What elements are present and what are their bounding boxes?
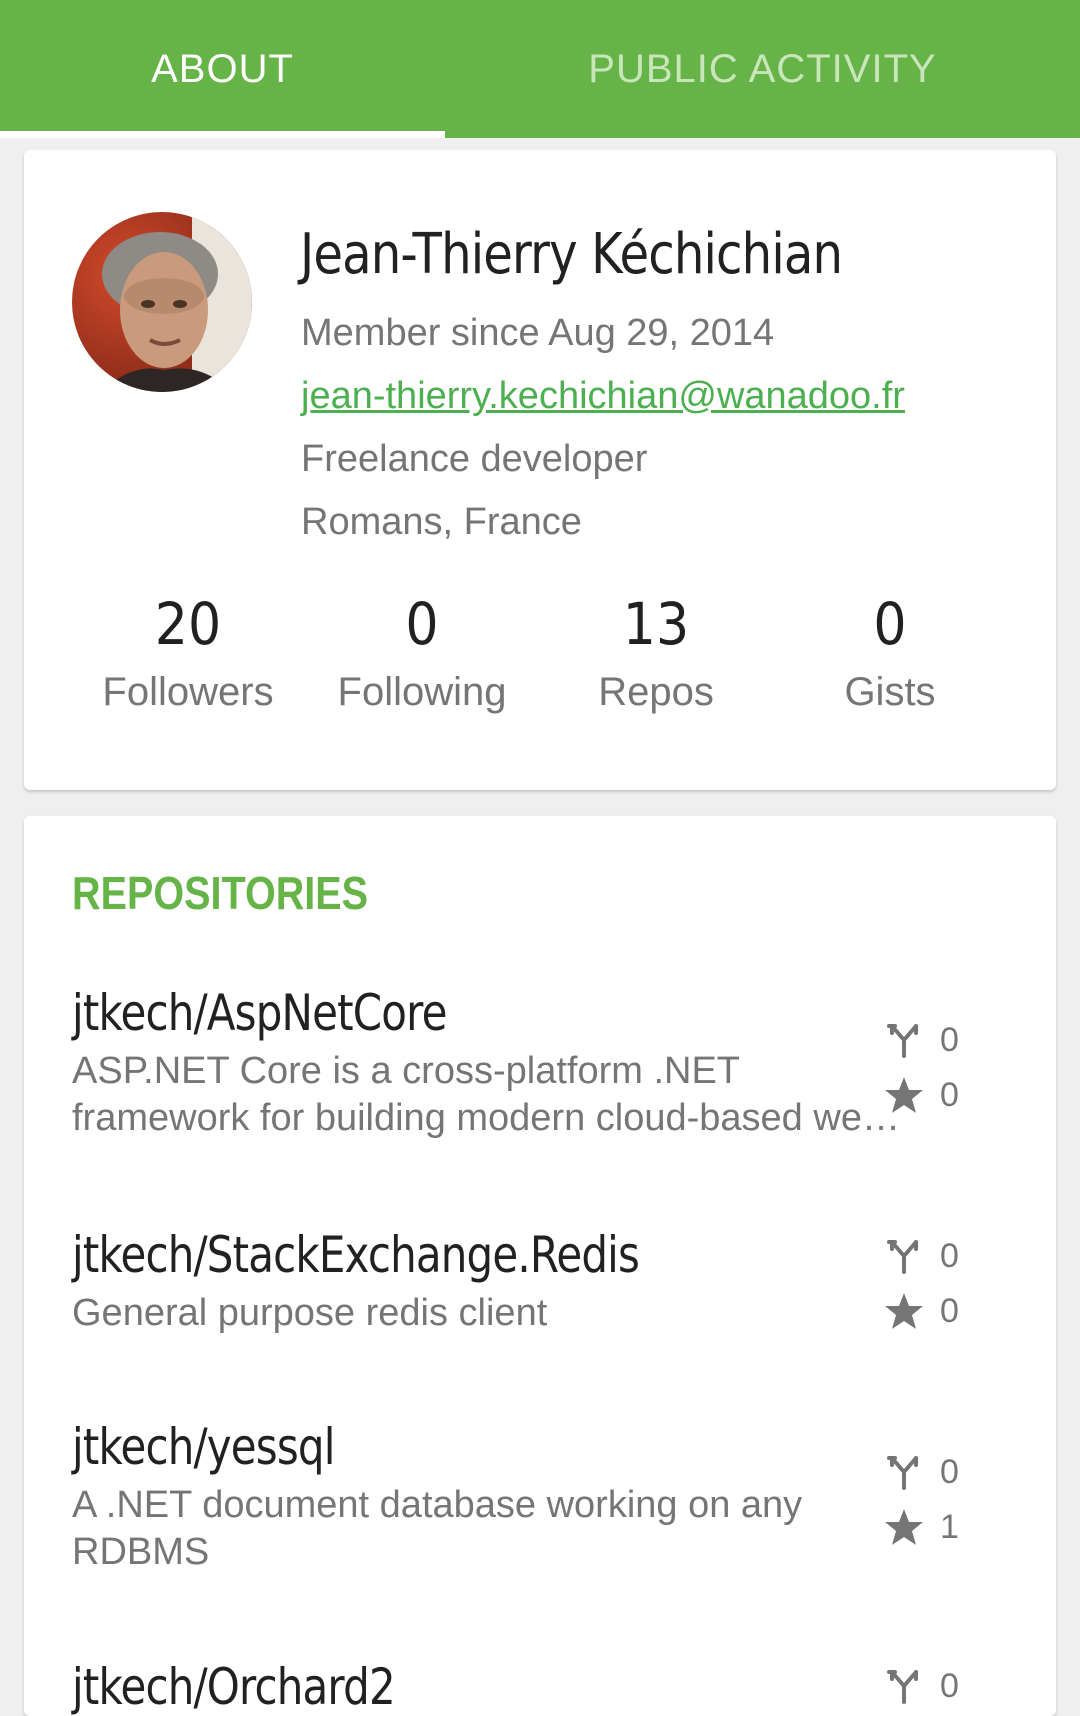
repo-description: ASP.NET Core is a cross-platform .NET fr… [72,1050,884,1139]
fork-count: 0 [884,1666,959,1706]
repo-description: A .NET document database working on any … [72,1484,803,1573]
tab-indicator [0,131,445,138]
repo-name: jtkech/yessql [72,1418,335,1476]
fork-icon [887,1670,918,1704]
stat-followers[interactable]: 20 Followers [88,590,288,715]
repo-item[interactable]: jtkech/yessql A .NET document database w… [72,1418,1042,1576]
avatar[interactable] [72,212,252,392]
star-icon [885,1077,923,1113]
stat-value: 20 [154,590,222,658]
repo-name: jtkech/AspNetCore [72,984,447,1042]
stat-value: 0 [405,590,439,658]
star-count: 1 [884,1507,959,1547]
repo-description: General purpose redis client [72,1292,548,1334]
fork-count-value: 0 [940,1452,959,1491]
tab-public-activity[interactable]: PUBLIC ACTIVITY [540,0,985,138]
tab-bar: ABOUT PUBLIC ACTIVITY [0,0,1080,138]
location: Romans, France [301,501,582,543]
star-icon [885,1509,923,1545]
bio: Freelance developer [301,438,648,480]
email-link[interactable]: jean-thierry.kechichian@wanadoo.fr [301,375,905,418]
stat-label: Gists [844,670,936,714]
stat-value: 13 [622,590,690,658]
fork-count-value: 0 [940,1236,959,1275]
star-count-value: 0 [940,1075,959,1114]
stat-repos[interactable]: 13 Repos [556,590,756,715]
repo-name: jtkech/StackExchange.Redis [72,1226,640,1284]
stat-label: Repos [598,670,714,714]
repo-name: jtkech/Orchard2 [72,1658,396,1716]
star-count-value: 1 [940,1507,959,1546]
stat-following[interactable]: 0 Following [322,590,522,715]
stat-label: Followers [102,670,274,714]
fork-count-value: 0 [940,1666,959,1705]
fork-icon [887,1456,918,1490]
fork-icon [887,1024,918,1058]
fork-count: 0 [884,1236,959,1276]
repositories-card: REPOSITORIES jtkech/AspNetCore ASP.NET C… [24,816,1056,1716]
fork-count: 0 [884,1452,959,1492]
fork-count-value: 0 [940,1020,959,1059]
star-icon [885,1293,923,1329]
star-count-value: 0 [940,1291,959,1330]
profile-name: Jean-Thierry Kéchichian [300,222,843,287]
fork-icon [887,1240,918,1274]
repo-item[interactable]: jtkech/AspNetCore ASP.NET Core is a cros… [72,984,1042,1142]
stat-gists[interactable]: 0 Gists [790,590,990,715]
profile-card: Jean-Thierry Kéchichian Member since Aug… [24,150,1056,790]
star-count: 0 [884,1291,959,1331]
stat-label: Following [337,670,507,714]
member-since: Member since Aug 29, 2014 [301,312,775,354]
star-count: 0 [884,1075,959,1115]
fork-count: 0 [884,1020,959,1060]
stat-value: 0 [873,590,907,658]
repositories-title: REPOSITORIES [72,867,369,919]
tab-about[interactable]: ABOUT [0,0,445,138]
